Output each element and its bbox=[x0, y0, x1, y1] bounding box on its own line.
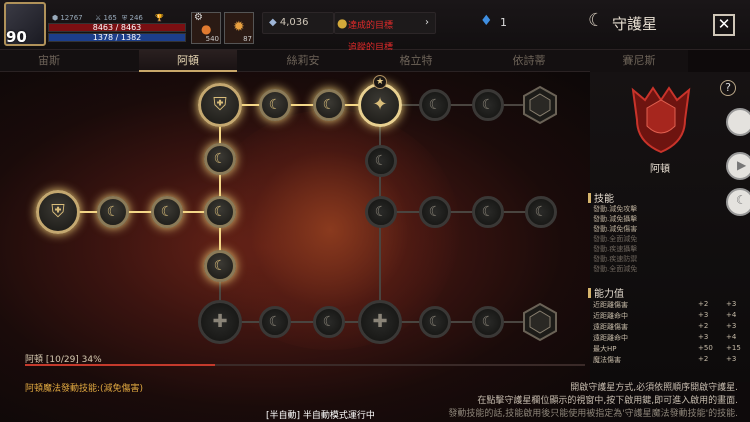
progress-bar bbox=[25, 364, 585, 366]
skill-item: 發動.減免傷害 bbox=[593, 225, 638, 233]
ability-row: 遠距離傷害 +2 +3 bbox=[593, 322, 737, 331]
auto-mode-status: [半自動] 半自動模式運行中 bbox=[266, 411, 375, 421]
crescent-icon: ☾ bbox=[322, 314, 336, 330]
side-moon-button[interactable]: ☾ bbox=[726, 188, 750, 216]
star-node-guardian-locked[interactable]: ✚ bbox=[198, 300, 242, 344]
ability-row: 遠距離命中 +3 +4 bbox=[593, 333, 737, 342]
star-badge-icon: ★ bbox=[373, 75, 387, 89]
moon-icon: ☾ bbox=[736, 193, 747, 207]
help-button[interactable]: ? bbox=[720, 80, 736, 96]
crescent-icon: ☾ bbox=[213, 151, 227, 167]
star-node-locked[interactable]: ☾ bbox=[419, 196, 451, 228]
skill-item: 發動.全面減免 bbox=[593, 235, 638, 243]
star-node[interactable]: ☾ bbox=[313, 89, 345, 121]
skill-item: 發動.全面減免 bbox=[593, 265, 638, 273]
ability-row: 最大HP +50 +15 bbox=[593, 344, 741, 353]
star-node-locked[interactable]: ☾ bbox=[365, 196, 397, 228]
star-node[interactable]: ☾ bbox=[204, 250, 236, 282]
cross-shield-icon: ✚ bbox=[372, 311, 388, 332]
wolf-crest-icon: ✦ bbox=[372, 94, 388, 115]
ability-row: 近距離傷害 +2 +3 bbox=[593, 300, 737, 309]
shield-icon: ⛨ bbox=[213, 94, 227, 115]
hint-line-3: 發動技能的話,技能啟用後只能使用被指定為'守護星魔法發動技能'的技能. bbox=[448, 409, 738, 419]
crescent-icon: ☾ bbox=[160, 204, 174, 220]
crescent-icon: ☾ bbox=[428, 204, 442, 220]
star-node[interactable]: ☾ bbox=[151, 196, 183, 228]
magic-skill-text: 阿頓魔法發動技能:(減免傷害) bbox=[25, 384, 144, 394]
crescent-icon: ☾ bbox=[481, 97, 495, 113]
star-node-locked[interactable]: ☾ bbox=[419, 306, 451, 338]
crescent-icon: ☾ bbox=[213, 258, 227, 274]
star-node-guardian-head[interactable]: ⛨ bbox=[198, 83, 242, 127]
side-tab-button[interactable] bbox=[726, 108, 750, 136]
crescent-icon: ☾ bbox=[268, 97, 282, 113]
crescent-icon: ☾ bbox=[106, 204, 120, 220]
close-button[interactable]: ✕ bbox=[713, 14, 735, 36]
skill-item: 發動.疾速攝擊 bbox=[593, 245, 638, 253]
emblem-label: 阿頓 bbox=[650, 164, 670, 175]
ability-header: 能力值 bbox=[588, 285, 624, 300]
progress-fill bbox=[25, 364, 216, 366]
skills-header: 技能 bbox=[588, 190, 614, 205]
hex-node-locked[interactable] bbox=[520, 302, 560, 342]
ability-row: 近距離命中 +3 +4 bbox=[593, 311, 737, 320]
star-node-locked[interactable]: ☾ bbox=[259, 306, 291, 338]
skill-item: 發動.疾速防禦 bbox=[593, 255, 638, 263]
aton-emblem-icon bbox=[631, 86, 691, 154]
hex-node-locked[interactable] bbox=[520, 85, 560, 125]
crescent-icon: ☾ bbox=[374, 204, 388, 220]
play-icon: ▶ bbox=[737, 158, 747, 172]
crescent-icon: ☾ bbox=[428, 97, 442, 113]
crescent-icon: ☾ bbox=[428, 314, 442, 330]
crescent-icon: ☾ bbox=[322, 97, 336, 113]
star-node[interactable]: ☾ bbox=[204, 196, 236, 228]
star-node-locked[interactable]: ☾ bbox=[419, 89, 451, 121]
skill-item: 發動.減免攝擊 bbox=[593, 215, 638, 223]
page-title: 守護星 bbox=[612, 15, 658, 33]
crescent-icon: ☾ bbox=[481, 204, 495, 220]
side-play-button[interactable]: ▶ bbox=[726, 152, 750, 180]
hint-line-2: 在點擊守護星欄位顯示的視窗中,按下啟用鍵,即可進入啟用的畫面. bbox=[477, 396, 738, 406]
star-node-locked[interactable]: ☾ bbox=[472, 196, 504, 228]
crescent-icon: ☾ bbox=[374, 153, 388, 169]
star-node-locked[interactable]: ☾ bbox=[525, 196, 557, 228]
shield-icon: ⛨ bbox=[51, 201, 65, 222]
star-node-locked[interactable]: ☾ bbox=[472, 89, 504, 121]
cross-shield-icon: ✚ bbox=[212, 311, 228, 332]
tab-saynis[interactable]: 賽尼斯 bbox=[590, 50, 688, 72]
crescent-icon: ☾ bbox=[534, 204, 548, 220]
star-node[interactable]: ☾ bbox=[259, 89, 291, 121]
crescent-icon: ☾ bbox=[213, 204, 227, 220]
star-node-locked[interactable]: ☾ bbox=[472, 306, 504, 338]
crescent-icon: ☾ bbox=[481, 314, 495, 330]
star-node[interactable]: ☾ bbox=[97, 196, 129, 228]
star-node-guardian-locked[interactable]: ✚ bbox=[358, 300, 402, 344]
ability-row: 魔法傷害 +2 +3 bbox=[593, 355, 737, 364]
star-node-locked[interactable]: ☾ bbox=[365, 145, 397, 177]
star-node-guardian-start[interactable]: ⛨ bbox=[36, 190, 80, 234]
star-node-guardian-wolf[interactable]: ✦ bbox=[358, 83, 402, 127]
crescent-icon: ☾ bbox=[268, 314, 282, 330]
guardian-star-logo-icon: ☾ bbox=[588, 10, 605, 31]
skill-item: 發動.減免攻擊 bbox=[593, 205, 638, 213]
star-node[interactable]: ☾ bbox=[204, 143, 236, 175]
star-node-locked[interactable]: ☾ bbox=[313, 306, 345, 338]
